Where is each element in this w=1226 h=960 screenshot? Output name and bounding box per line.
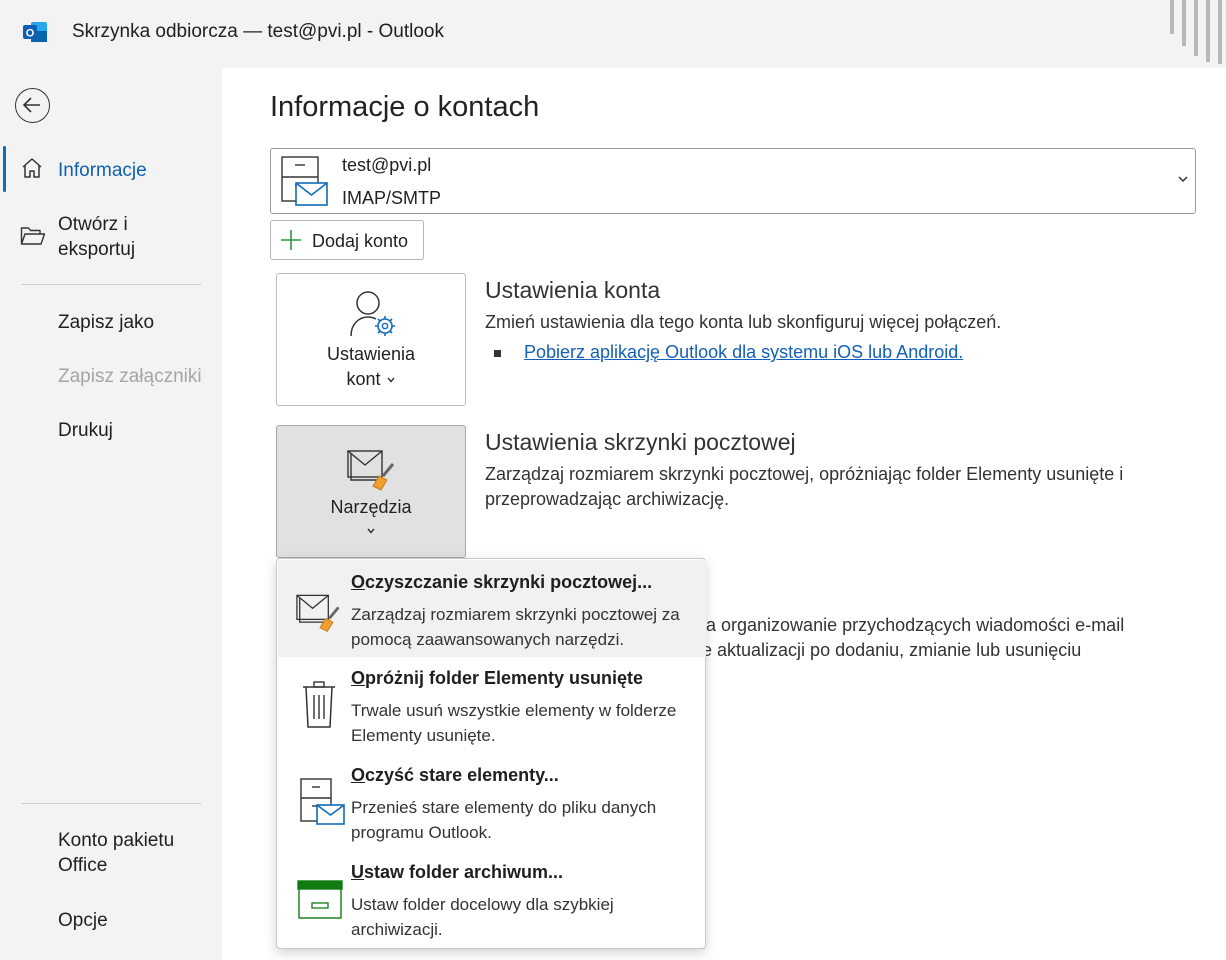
sidebar-item-open-export[interactable]: Otwórz i eksportuj	[0, 212, 222, 264]
add-account-label: Dodaj konto	[312, 231, 409, 251]
mailbox-settings-title: Ustawienia skrzynki pocztowej	[485, 429, 796, 455]
account-email: test@pvi.pl	[342, 155, 432, 175]
account-settings-description: Zmień ustawienia dla tego konta lub skon…	[485, 312, 1002, 332]
sidebar-item-label: Konto pakietu Office	[58, 830, 175, 876]
sidebar-item-save-as[interactable]: Zapisz jako	[0, 308, 222, 338]
sidebar-item-print[interactable]: Drukuj	[0, 416, 222, 446]
add-account-button[interactable]: Dodaj konto	[270, 220, 424, 260]
chevron-down-icon	[367, 528, 375, 534]
account-selector[interactable]: test@pvi.pl IMAP/SMTP	[270, 148, 1196, 214]
folder-open-icon	[20, 227, 46, 245]
sidebar-item-options[interactable]: Opcje	[0, 908, 222, 938]
window-title: Skrzynka odbiorcza — test@pvi.pl - Outlo…	[72, 21, 444, 42]
archive-old-items-icon	[300, 778, 345, 825]
trash-icon	[303, 681, 335, 728]
plus-icon	[281, 230, 301, 250]
archive-box-icon	[297, 880, 343, 919]
menu-item-description: Trwale usuń wszystkie elementy w folderz…	[351, 701, 677, 745]
account-type: IMAP/SMTP	[342, 188, 442, 208]
bullet	[494, 350, 501, 357]
sidebar-item-label: Drukuj	[58, 420, 113, 441]
menu-item-set-archive-folder[interactable]: Ustaw folder archiwum... Ustaw folder do…	[278, 851, 706, 948]
sidebar-item-label: Zapisz załączniki	[58, 366, 202, 387]
sidebar-item-office-account[interactable]: Konto pakietu Office	[0, 828, 222, 880]
mobile-app-link[interactable]: Pobierz aplikację Outlook dla systemu iO…	[524, 342, 963, 363]
account-settings-button[interactable]: Ustawienia kont	[276, 273, 466, 406]
account-settings-label-1: Ustawienia	[326, 344, 416, 364]
backstage-sidebar: Informacje Otwórz i eksportuj Zapisz jak…	[0, 68, 222, 960]
menu-item-description: Przenieś stare elementy do pliku danych …	[351, 798, 657, 842]
rules-description-partial-1: ia organizowanie przychodzących wiadomoś…	[702, 615, 1125, 635]
menu-item-clean-old-items[interactable]: Oczyść stare elementy... Przenieś stare …	[278, 754, 706, 851]
arrow-left-icon	[23, 97, 40, 113]
titlebar-decoration	[1166, 0, 1226, 64]
sidebar-item-label: Informacje	[58, 160, 147, 181]
mail-account-icon	[281, 156, 328, 206]
sidebar-item-label: Otwórz i eksportuj	[58, 214, 136, 260]
tools-dropdown-menu: Oczyszczanie skrzynki pocztowej... Zarzą…	[276, 558, 706, 949]
svg-text:O: O	[26, 28, 35, 40]
menu-item-empty-deleted[interactable]: Opróżnij folder Elementy usunięte Trwale…	[278, 657, 706, 754]
page-title: Informacje o kontach	[270, 91, 540, 123]
tools-label: Narzędzia	[330, 497, 412, 517]
menu-item-mailbox-cleanup[interactable]: Oczyszczanie skrzynki pocztowej... Zarzą…	[278, 560, 706, 657]
account-settings-title: Ustawienia konta	[485, 277, 661, 303]
mailbox-settings-description: Zarządzaj rozmiarem skrzynki pocztowej, …	[485, 464, 1124, 509]
mailbox-cleanup-icon	[347, 450, 395, 491]
outlook-app-icon: O	[23, 22, 47, 42]
tools-button[interactable]: Narzędzia	[276, 425, 466, 558]
sidebar-item-label: Zapisz jako	[58, 312, 155, 333]
sidebar-separator	[21, 284, 201, 285]
back-button[interactable]	[15, 88, 50, 123]
chevron-down-icon	[386, 377, 395, 383]
rules-description-partial-2: e aktualizacji po dodaniu, zmianie lub u…	[702, 640, 1082, 660]
menu-item-title: Oczyszczanie skrzynki pocztowej...	[351, 572, 653, 592]
home-icon	[22, 158, 42, 178]
sidebar-item-informacje[interactable]: Informacje	[0, 156, 222, 186]
menu-item-title: Opróżnij folder Elementy usunięte	[351, 668, 644, 688]
menu-item-title: Oczyść stare elementy...	[351, 765, 559, 785]
menu-item-description: Ustaw folder docelowy dla szybkiej archi…	[351, 895, 614, 939]
menu-item-description: Zarządzaj rozmiarem skrzynki pocztowej z…	[351, 605, 680, 649]
account-settings-label-2: kont	[277, 367, 465, 392]
title-bar: O Skrzynka odbiorcza — test@pvi.pl - Out…	[0, 0, 1226, 68]
sidebar-item-save-attachments: Zapisz załączniki	[0, 362, 222, 392]
sidebar-item-label: Opcje	[58, 910, 108, 931]
sidebar-separator	[21, 803, 201, 804]
user-settings-icon	[350, 291, 395, 337]
menu-item-title: Ustaw folder archiwum...	[351, 862, 564, 882]
mailbox-cleanup-icon	[296, 594, 340, 632]
chevron-down-icon	[1178, 176, 1188, 183]
